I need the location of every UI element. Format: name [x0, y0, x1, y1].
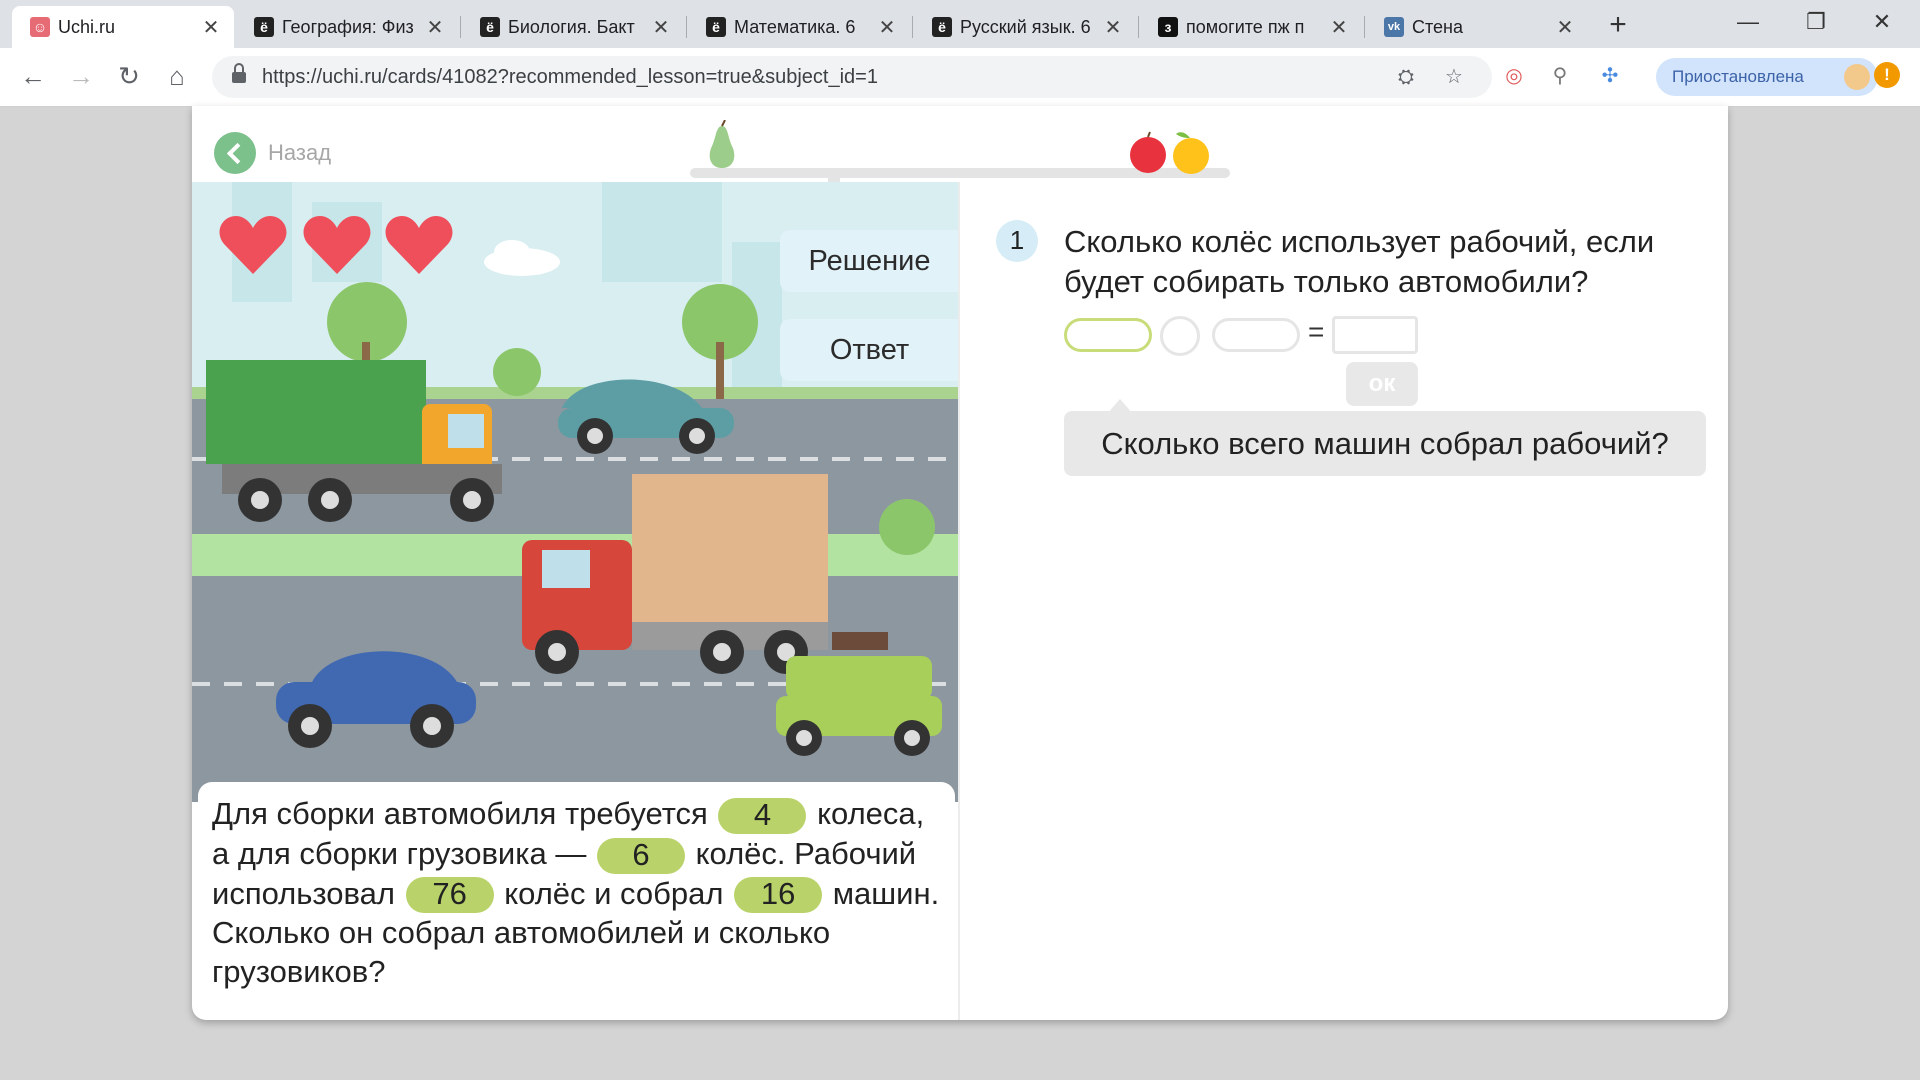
profile-button[interactable]: Приостановлена	[1656, 58, 1878, 96]
tab-close-icon[interactable]: ✕	[1102, 15, 1124, 40]
yo-icon: ё	[932, 17, 952, 37]
apple-icon	[1130, 131, 1166, 173]
browser-alert-icon[interactable]: !	[1874, 62, 1900, 88]
answer-button[interactable]: Ответ	[780, 319, 959, 381]
tab-title: Стена	[1412, 16, 1464, 37]
question-number-badge: 1	[996, 220, 1038, 262]
avatar	[1844, 64, 1870, 90]
minimize-icon[interactable]: —	[1718, 0, 1778, 44]
tab-close-icon[interactable]: ✕	[876, 15, 898, 40]
answer-input-first[interactable]	[1064, 318, 1152, 352]
tab-close-icon[interactable]: ✕	[424, 15, 446, 40]
uchi-favicon-icon: ☺	[30, 17, 50, 37]
reload-icon[interactable]: ↻	[112, 61, 146, 93]
tab-title: Uchi.ru	[58, 16, 116, 37]
tab-separator	[1364, 16, 1365, 38]
tab-title: помогите пж п	[1186, 16, 1305, 37]
tab-close-icon[interactable]: ✕	[1554, 15, 1576, 40]
restore-icon[interactable]: ❐	[1786, 0, 1846, 44]
back-arrow-icon[interactable]: ←	[16, 61, 50, 93]
lesson-card: Назад Решение Ответ Для сборки автомобил…	[192, 106, 1728, 1020]
back-button[interactable]: Назад	[214, 132, 331, 174]
value-badge: 6	[596, 837, 685, 874]
panel-divider	[958, 182, 960, 1020]
address-bar[interactable]: https://uchi.ru/cards/41082?recommended_…	[212, 56, 1492, 98]
answer-result-input[interactable]	[1332, 316, 1418, 354]
tab-close-icon[interactable]: ✕	[200, 15, 222, 40]
tab-uchi[interactable]: ☺ Uchi.ru ✕	[12, 6, 234, 48]
pear-icon	[709, 120, 735, 168]
hint-bubble: Сколько всего машин собрал рабочий?	[1064, 411, 1706, 476]
tab-geography[interactable]: ё География: Физ ✕	[236, 6, 458, 48]
bookmark-star-icon[interactable]: ☆	[1440, 63, 1468, 91]
new-tab-button[interactable]: +	[1596, 10, 1640, 42]
equals-sign: =	[1308, 316, 1325, 347]
tab-close-icon[interactable]: ✕	[650, 15, 672, 40]
tab-separator	[1138, 16, 1139, 38]
tab-title: Математика. 6	[734, 16, 856, 37]
tab-title: Русский язык. 6	[960, 16, 1091, 37]
tab-separator	[460, 16, 461, 38]
tab-separator	[686, 16, 687, 38]
blocked-content-icon[interactable]: ⛭	[1392, 63, 1420, 91]
tab-title: Биология. Бакт	[508, 16, 635, 37]
answer-input-second[interactable]	[1212, 318, 1300, 352]
close-window-icon[interactable]: ✕	[1852, 0, 1912, 44]
life-heart-icon	[385, 216, 453, 274]
forward-arrow-icon[interactable]: →	[64, 61, 98, 93]
home-icon[interactable]: ⌂	[160, 61, 194, 93]
tab-russian[interactable]: ё Русский язык. 6 ✕	[914, 6, 1136, 48]
back-label: Назад	[268, 140, 332, 165]
orange-icon	[1173, 132, 1209, 174]
browser-toolbar: ← → ↻ ⌂ https://uchi.ru/cards/41082?reco…	[0, 48, 1920, 107]
value-badge: 4	[718, 797, 807, 834]
url-text[interactable]: https://uchi.ru/cards/41082?recommended_…	[262, 66, 878, 89]
yo-icon: ё	[254, 17, 274, 37]
profile-status-label: Приостановлена	[1672, 67, 1804, 86]
problem-text: колёс и собрал	[504, 875, 724, 911]
extension-dots-icon[interactable]: ✣	[1596, 62, 1624, 90]
operator-slot[interactable]	[1160, 316, 1200, 356]
extension-target-icon[interactable]: ◎	[1500, 62, 1528, 90]
solution-button[interactable]: Решение	[780, 230, 959, 292]
tab-strip: ☺ Uchi.ru ✕ ё География: Физ ✕ ё Биологи…	[0, 0, 1920, 48]
back-chevron-icon	[214, 132, 256, 174]
tab-math[interactable]: ё Математика. 6 ✕	[688, 6, 910, 48]
life-heart-icon	[219, 216, 287, 274]
tab-biology[interactable]: ё Биология. Бакт ✕	[462, 6, 684, 48]
tab-vk[interactable]: vk Стена ✕	[1366, 6, 1588, 48]
yo-icon: ё	[480, 17, 500, 37]
yo-icon: ё	[706, 17, 726, 37]
extension-search-icon[interactable]: ⚲	[1546, 62, 1574, 90]
value-badge: 16	[734, 877, 823, 914]
tab-separator	[912, 16, 913, 38]
problem-text: Для сборки автомобиля требуется	[212, 796, 708, 831]
lock-icon	[232, 63, 246, 85]
tab-close-icon[interactable]: ✕	[1328, 15, 1350, 40]
question-text: Сколько колёс использует рабочий, если б…	[1064, 224, 1655, 299]
tab-znanija[interactable]: з помогите пж п ✕	[1140, 6, 1362, 48]
life-heart-icon	[303, 216, 371, 274]
tab-title: География: Физ	[282, 16, 414, 37]
vk-icon: vk	[1384, 17, 1404, 37]
problem-statement: Для сборки автомобиля требуется 4 колеса…	[198, 782, 955, 1014]
znanija-icon: з	[1158, 17, 1178, 37]
ok-button[interactable]: ок	[1346, 362, 1418, 406]
value-badge: 76	[405, 877, 494, 914]
